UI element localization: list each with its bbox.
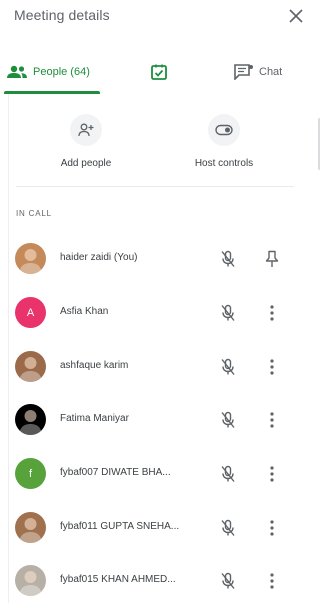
more-vert-icon (270, 359, 274, 375)
mic-off-icon (221, 411, 235, 428)
close-button[interactable] (284, 4, 308, 28)
participant-action-button[interactable] (262, 301, 282, 325)
more-vert-icon (270, 466, 274, 482)
avatar (15, 404, 46, 435)
participant-name: Asfia Khan (60, 306, 109, 317)
people-icon (7, 65, 27, 78)
mic-off-button[interactable] (216, 408, 240, 432)
mic-off-icon (221, 572, 235, 589)
avatar-photo (19, 249, 42, 274)
participant-name: fybaf007 DIWATE BHA... (60, 467, 171, 478)
avatar-photo (19, 518, 42, 543)
avatar (15, 243, 46, 274)
participant-row[interactable]: Fatima Maniyar (0, 400, 320, 440)
add-people-label: Add people (60, 158, 112, 169)
avatar (15, 351, 46, 382)
mic-off-button[interactable] (216, 301, 240, 325)
panel-title: Meeting details (14, 7, 110, 23)
pin-button[interactable] (262, 247, 282, 271)
checklist-icon (151, 64, 167, 80)
mic-off-button[interactable] (216, 516, 240, 540)
avatar-initial: f (28, 467, 33, 480)
avatar-photo (19, 571, 42, 596)
participant-row[interactable]: A Asfia Khan (0, 293, 320, 333)
participant-action-button[interactable] (262, 462, 282, 486)
host-controls-label: Host controls (194, 158, 254, 169)
avatar-initial: A (26, 306, 35, 319)
participant-name: haider zaidi (You) (60, 252, 138, 263)
participant-name: fybaf011 GUPTA SNEHA... (60, 521, 180, 532)
avatar (15, 565, 46, 596)
panel-header: Meeting details (0, 0, 320, 36)
avatar: f (15, 458, 46, 489)
add-people-circle (70, 114, 102, 146)
section-divider (16, 186, 294, 187)
mic-off-icon (221, 519, 235, 536)
avatar-photo (19, 357, 42, 382)
mic-off-button[interactable] (216, 355, 240, 379)
participant-name: fybaf015 KHAN AHMED... (60, 574, 176, 585)
mic-off-icon (221, 250, 235, 267)
participant-action-button[interactable] (262, 569, 282, 593)
host-controls-circle (208, 114, 240, 146)
add-people-button[interactable]: Add people (40, 114, 132, 174)
mic-off-icon (221, 304, 235, 321)
more-vert-icon (270, 573, 274, 589)
more-vert-icon (270, 305, 274, 321)
close-icon (289, 9, 303, 23)
chat-icon (234, 64, 253, 80)
mic-off-button[interactable] (216, 247, 240, 271)
avatar: A (15, 297, 46, 328)
person-add-icon (78, 123, 94, 137)
toggle-icon (215, 124, 233, 136)
participant-row[interactable]: haider zaidi (You) (0, 239, 320, 279)
more-vert-icon (270, 520, 274, 536)
participant-action-button[interactable] (262, 408, 282, 432)
participant-row[interactable]: fybaf015 KHAN AHMED... (0, 561, 320, 601)
avatar-photo (19, 410, 42, 435)
avatar (15, 512, 46, 543)
participant-action-button[interactable] (262, 355, 282, 379)
more-vert-icon (270, 412, 274, 428)
mic-off-button[interactable] (216, 462, 240, 486)
participant-name: ashfaque karim (60, 360, 129, 371)
host-controls-button[interactable]: Host controls (178, 114, 270, 174)
participant-row[interactable]: fybaf011 GUPTA SNEHA... (0, 508, 320, 548)
participant-row[interactable]: f fybaf007 DIWATE BHA... (0, 454, 320, 494)
participant-action-button[interactable] (262, 516, 282, 540)
in-call-heading: IN CALL (16, 209, 52, 218)
tab-bar: People (64) Chat (0, 52, 320, 94)
mic-off-button[interactable] (216, 569, 240, 593)
mic-off-icon (221, 465, 235, 482)
pin-icon (265, 250, 279, 267)
tab-people-label: People (64) (33, 66, 90, 78)
participant-name: Fatima Maniyar (60, 413, 129, 424)
mic-off-icon (221, 358, 235, 375)
participant-row[interactable]: ashfaque karim (0, 347, 320, 387)
tab-activities[interactable] (147, 52, 171, 92)
tab-chat[interactable]: Chat (234, 52, 298, 92)
tab-chat-label: Chat (259, 66, 283, 78)
tab-people[interactable]: People (64) (4, 52, 100, 94)
